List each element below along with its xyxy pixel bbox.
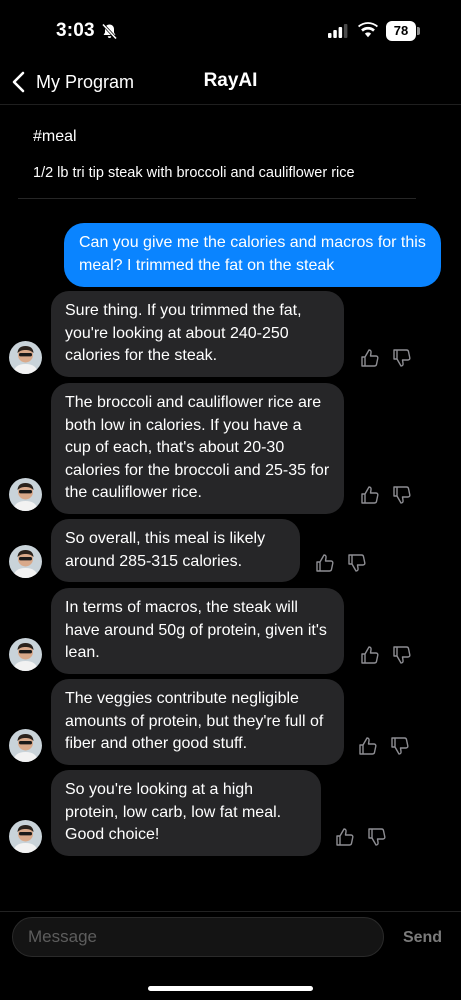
thumbs-down-icon[interactable] (367, 827, 387, 847)
user-message: Can you give me the calories and macros … (64, 223, 441, 287)
avatar (9, 820, 42, 853)
thumbs-up-icon[interactable] (315, 553, 335, 573)
ai-message: The veggies contribute negligible amount… (51, 679, 344, 765)
context-divider (18, 198, 416, 199)
thumbs-up-icon[interactable] (358, 736, 378, 756)
composer-divider (0, 911, 461, 912)
wifi-icon (358, 22, 378, 38)
thumbs-down-icon[interactable] (392, 348, 412, 368)
chevron-left-icon (12, 71, 25, 93)
thumbs-down-icon[interactable] (392, 645, 412, 665)
thumbs-up-icon[interactable] (335, 827, 355, 847)
thumbs-down-icon[interactable] (390, 736, 410, 756)
back-label: My Program (36, 71, 135, 92)
message-input[interactable] (12, 917, 384, 957)
ai-message: The broccoli and cauliflower rice are bo… (51, 383, 344, 514)
ai-message: So you're looking at a high protein, low… (51, 770, 321, 856)
nav-bar: RayAI My Program (0, 60, 461, 104)
bell-slash-icon (101, 23, 118, 40)
context-panel: #meal 1/2 lb tri tip steak with broccoli… (0, 105, 461, 198)
thumbs-down-icon[interactable] (392, 485, 412, 505)
battery-icon: 78 (386, 21, 420, 41)
status-time: 3:03 (56, 20, 95, 41)
ai-message: In terms of macros, the steak will have … (51, 588, 344, 674)
avatar (9, 478, 42, 511)
cellular-signal-icon (328, 24, 348, 38)
thumbs-up-icon[interactable] (360, 348, 380, 368)
back-button[interactable]: My Program (10, 68, 134, 96)
context-tag: #meal (33, 128, 77, 145)
context-meal: 1/2 lb tri tip steak with broccoli and c… (33, 165, 355, 181)
ai-message: Sure thing. If you trimmed the fat, you'… (51, 291, 344, 377)
thumbs-up-icon[interactable] (360, 645, 380, 665)
thumbs-down-icon[interactable] (347, 553, 367, 573)
avatar (9, 545, 42, 578)
send-button[interactable]: Send (395, 925, 450, 951)
status-bar: 3:03 78 (0, 0, 461, 60)
home-indicator (148, 986, 313, 991)
avatar (9, 638, 42, 671)
thumbs-up-icon[interactable] (360, 485, 380, 505)
battery-level: 78 (386, 21, 416, 41)
avatar (9, 341, 42, 374)
avatar (9, 729, 42, 762)
ai-message: So overall, this meal is likely around 2… (51, 519, 300, 582)
